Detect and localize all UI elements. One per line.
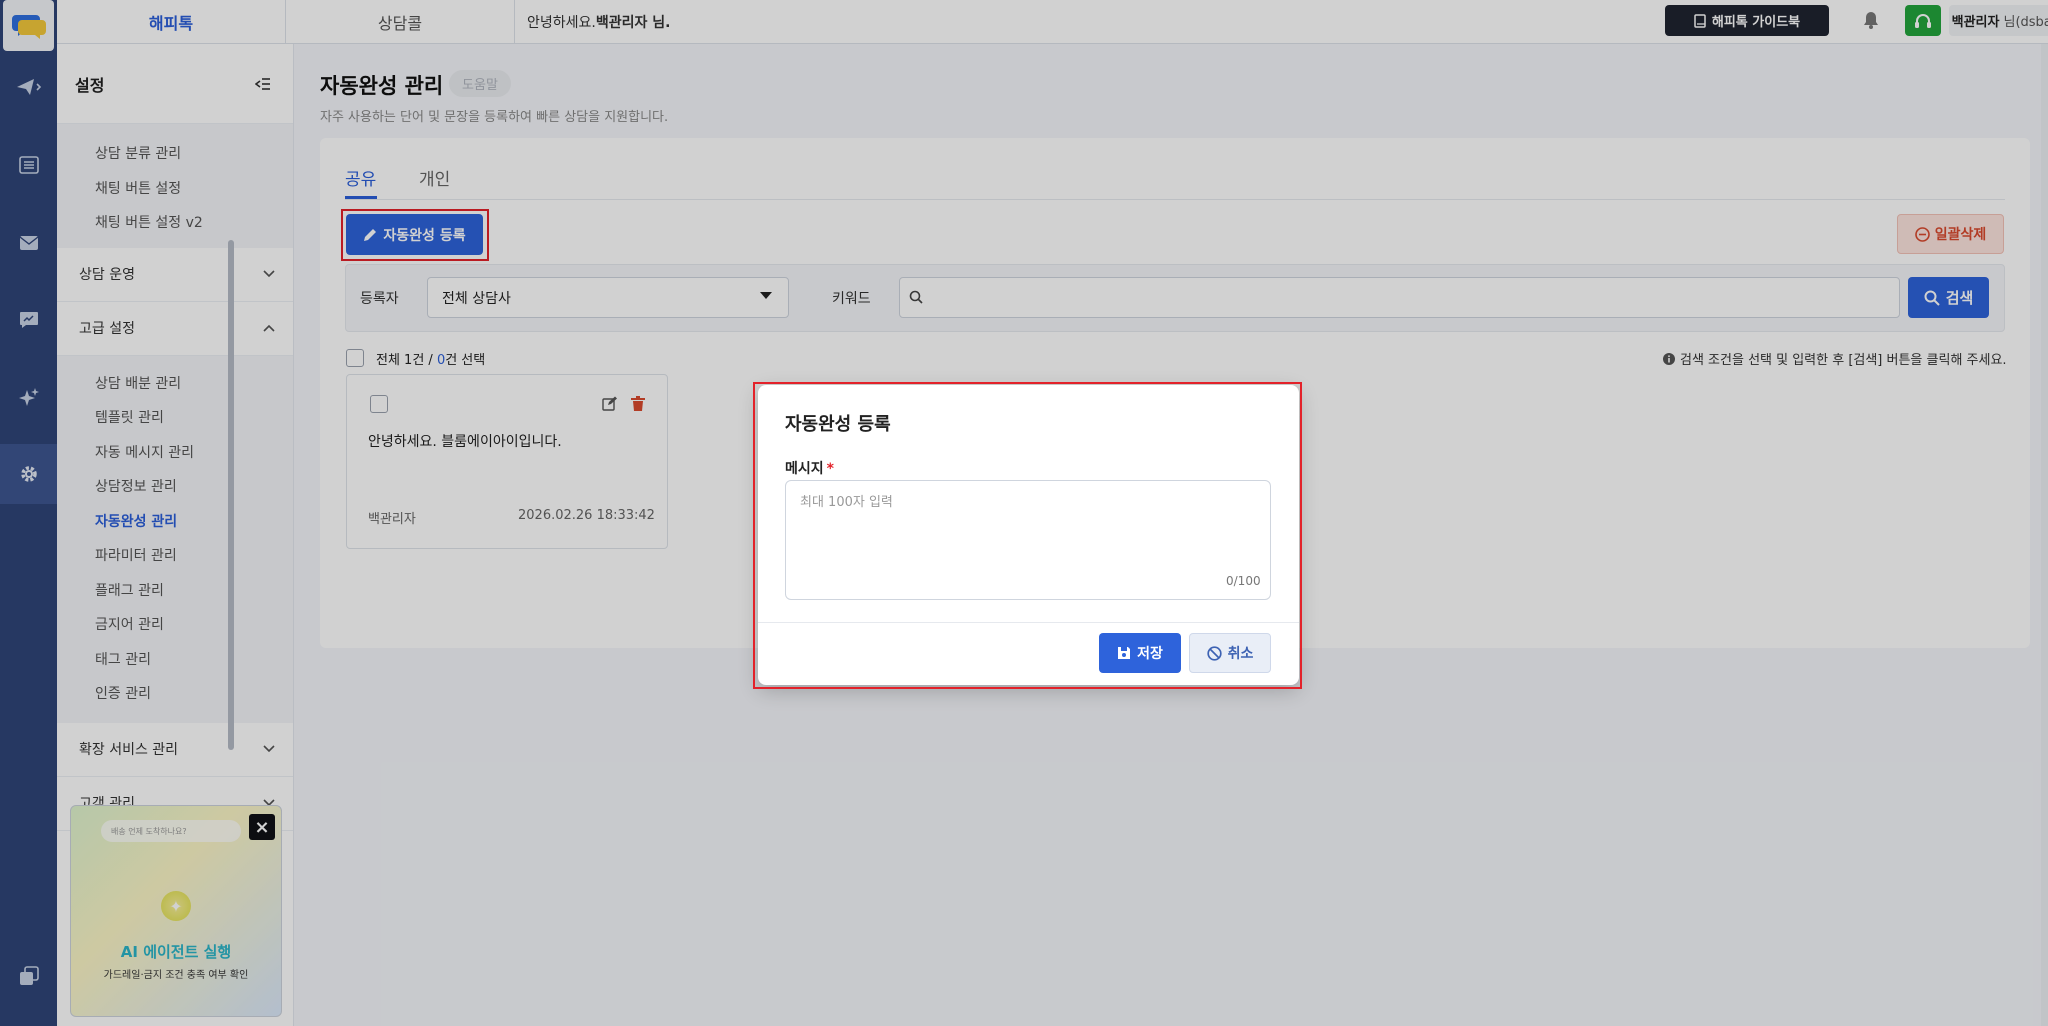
modal-divider [758, 622, 1299, 623]
message-label-text: 메시지 [785, 461, 824, 477]
save-button[interactable]: 저장 [1099, 633, 1181, 673]
message-label: 메시지 * [785, 458, 834, 478]
ban-icon [1206, 645, 1222, 661]
cancel-button-label: 취소 [1227, 646, 1254, 662]
modal-title: 자동완성 등록 [785, 414, 891, 435]
save-icon [1118, 647, 1131, 659]
message-textarea[interactable] [785, 480, 1271, 600]
required-mark: * [826, 461, 834, 477]
save-button-label: 저장 [1137, 646, 1163, 662]
character-counter: 0/100 [1226, 574, 1261, 588]
cancel-button[interactable]: 취소 [1189, 633, 1271, 673]
